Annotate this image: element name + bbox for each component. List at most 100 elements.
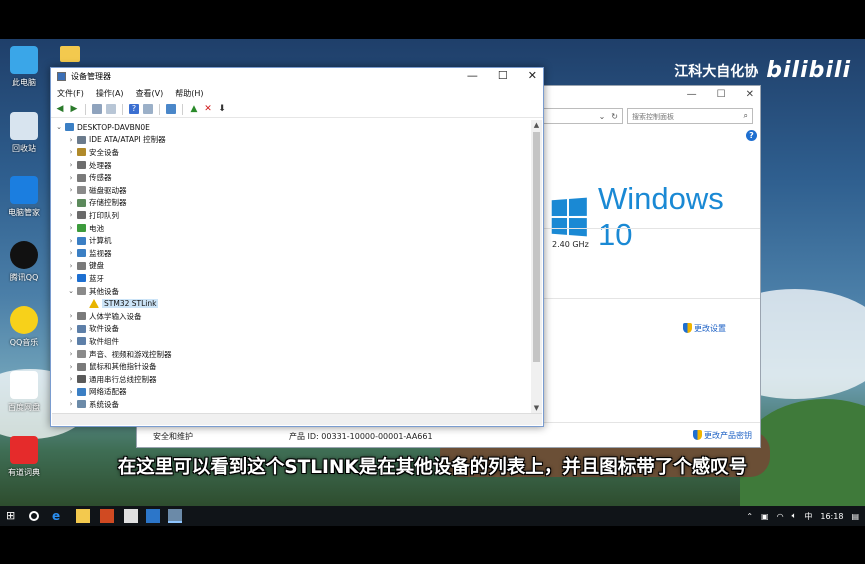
wifi-icon[interactable]: ◠ bbox=[777, 512, 784, 521]
close-icon[interactable]: ✕ bbox=[528, 69, 537, 82]
show-hide-console-tree-icon[interactable] bbox=[92, 104, 102, 114]
tree-item[interactable]: › IDE ATA/ATAPI 控制器 bbox=[67, 134, 166, 147]
collapse-arrow-icon[interactable]: ⌄ bbox=[55, 123, 63, 131]
tree-item[interactable]: › 软件组件 bbox=[67, 335, 119, 348]
back-icon[interactable]: ◀ bbox=[55, 104, 65, 114]
expand-arrow-icon[interactable]: › bbox=[67, 211, 75, 219]
tree-item[interactable]: › 处理器 bbox=[67, 159, 112, 172]
forward-icon[interactable]: ▶ bbox=[69, 104, 79, 114]
search-icon[interactable]: ⌕ bbox=[744, 111, 748, 121]
uninstall-device-icon[interactable]: ✕ bbox=[203, 104, 213, 114]
update-driver-icon[interactable]: ▲ bbox=[189, 104, 199, 114]
network-icon[interactable]: ▣ bbox=[761, 512, 769, 521]
desktop-icon-pc-manager[interactable]: 电脑管家 bbox=[1, 176, 47, 218]
tree-item[interactable]: › 存储控制器 bbox=[67, 197, 127, 210]
vertical-scrollbar[interactable]: ▲ ▼ bbox=[531, 120, 542, 414]
menu-view[interactable]: 查看(V) bbox=[136, 88, 164, 99]
device-tree[interactable]: ⌄ DESKTOP-DAVBN0E › IDE ATA/ATAPI 控制器 › 安全设… bbox=[52, 120, 532, 414]
expand-arrow-icon[interactable]: › bbox=[67, 237, 75, 245]
tree-item[interactable]: › 磁盘驱动器 bbox=[67, 184, 127, 197]
device-manager-titlebar[interactable]: 设备管理器 — ☐ ✕ bbox=[51, 68, 543, 85]
tree-item[interactable]: › 系统设备 bbox=[67, 398, 119, 411]
help-icon[interactable]: ? bbox=[129, 104, 139, 114]
enable-device-icon[interactable]: ⬇ bbox=[217, 104, 227, 114]
dropdown-icon[interactable]: ⌄ bbox=[599, 112, 606, 121]
tree-item-stlink-selected[interactable]: STM32 STLink bbox=[79, 297, 159, 310]
maximize-icon[interactable]: ☐ bbox=[717, 89, 726, 100]
minimize-icon[interactable]: — bbox=[467, 69, 478, 82]
scrollbar-thumb[interactable] bbox=[533, 132, 540, 362]
cortana-icon[interactable] bbox=[29, 511, 39, 521]
expand-arrow-icon[interactable]: › bbox=[67, 186, 75, 194]
expand-arrow-icon[interactable]: › bbox=[67, 199, 75, 207]
device-manager-taskbar-icon[interactable] bbox=[168, 509, 182, 523]
scan-hardware-icon[interactable] bbox=[166, 104, 176, 114]
tree-item[interactable]: › 键盘 bbox=[67, 260, 104, 273]
desktop-icon-qq-music[interactable]: QQ音乐 bbox=[1, 306, 47, 348]
notifications-icon[interactable]: ▤ bbox=[851, 512, 859, 521]
expand-arrow-icon[interactable]: › bbox=[67, 375, 75, 383]
expand-arrow-icon[interactable]: › bbox=[67, 136, 75, 144]
collapse-arrow-icon[interactable]: ⌄ bbox=[67, 287, 75, 295]
tree-item[interactable]: › 传感器 bbox=[67, 171, 112, 184]
change-settings-link[interactable]: 更改设置 bbox=[683, 323, 726, 334]
address-bar[interactable]: ⌄ ↻ bbox=[539, 108, 623, 124]
tree-item[interactable]: › 打印队列 bbox=[67, 209, 119, 222]
expand-arrow-icon[interactable]: › bbox=[67, 262, 75, 270]
maximize-icon[interactable]: ☐ bbox=[498, 69, 508, 82]
edge-icon[interactable]: e bbox=[52, 509, 66, 523]
properties-icon[interactable] bbox=[106, 104, 116, 114]
input-method-indicator[interactable]: 中 bbox=[804, 511, 812, 522]
tree-item[interactable]: › 声音、视频和游戏控制器 bbox=[67, 348, 172, 361]
desktop-icon-baidu-netdisk[interactable]: 百度网盘 bbox=[1, 371, 47, 413]
desktop-icon-qq[interactable]: 腾讯QQ bbox=[1, 241, 47, 283]
folder-icon[interactable] bbox=[60, 46, 80, 62]
refresh-icon[interactable]: ↻ bbox=[611, 112, 618, 121]
tree-item[interactable]: › 软件设备 bbox=[67, 323, 119, 336]
expand-arrow-icon[interactable]: › bbox=[67, 388, 75, 396]
tree-item[interactable]: › 通用串行总线控制器 bbox=[67, 373, 157, 386]
expand-arrow-icon[interactable]: › bbox=[67, 312, 75, 320]
expand-arrow-icon[interactable]: › bbox=[67, 400, 75, 408]
help-icon[interactable]: ? bbox=[746, 130, 757, 141]
volume-icon[interactable]: 🔈︎ bbox=[792, 511, 797, 521]
chevron-up-icon[interactable]: ⌃ bbox=[746, 512, 753, 521]
device-manager-window[interactable]: 设备管理器 — ☐ ✕ 文件(F) 操作(A) 查看(V) 帮助(H) ◀ ▶ … bbox=[50, 67, 544, 427]
expand-arrow-icon[interactable]: › bbox=[67, 174, 75, 182]
tree-item[interactable]: ⌄ 其他设备 bbox=[67, 285, 119, 298]
expand-arrow-icon[interactable]: › bbox=[67, 274, 75, 282]
tree-item[interactable]: › 人体学输入设备 bbox=[67, 310, 142, 323]
expand-arrow-icon[interactable]: › bbox=[67, 224, 75, 232]
expand-arrow-icon[interactable]: › bbox=[67, 148, 75, 156]
scroll-up-icon[interactable]: ▲ bbox=[531, 120, 542, 131]
change-product-key-link[interactable]: 更改产品密钥 bbox=[693, 430, 752, 441]
menu-action[interactable]: 操作(A) bbox=[96, 88, 124, 99]
tree-item[interactable]: › 电池 bbox=[67, 222, 104, 235]
expand-arrow-icon[interactable]: › bbox=[67, 350, 75, 358]
desktop-icon-recycle-bin[interactable]: 回收站 bbox=[1, 112, 47, 154]
tree-item[interactable]: › 蓝牙 bbox=[67, 272, 104, 285]
expand-arrow-icon[interactable]: › bbox=[67, 249, 75, 257]
tree-item[interactable]: › 鼠标和其他指针设备 bbox=[67, 360, 157, 373]
expand-arrow-icon[interactable]: › bbox=[67, 325, 75, 333]
control-panel-search-input[interactable]: 搜索控制面板 ⌕ bbox=[627, 108, 753, 124]
security-maintenance-link[interactable]: 安全和维护 bbox=[153, 431, 193, 442]
action-pane-icon[interactable] bbox=[143, 104, 153, 114]
tree-item[interactable]: › 安全设备 bbox=[67, 146, 119, 159]
expand-arrow-icon[interactable]: › bbox=[67, 161, 75, 169]
close-icon[interactable]: ✕ bbox=[746, 89, 754, 100]
tree-item[interactable]: › 监视器 bbox=[67, 247, 112, 260]
expand-arrow-icon[interactable]: › bbox=[67, 337, 75, 345]
tree-root[interactable]: ⌄ DESKTOP-DAVBN0E bbox=[55, 121, 150, 134]
clock-time[interactable]: 16:18 bbox=[820, 512, 843, 521]
desktop-icon-this-pc[interactable]: 此电脑 bbox=[1, 46, 47, 88]
minimize-icon[interactable]: — bbox=[687, 89, 697, 100]
file-explorer-icon[interactable] bbox=[76, 509, 90, 523]
camera-app-icon[interactable] bbox=[124, 509, 138, 523]
app-icon[interactable] bbox=[146, 509, 160, 523]
menu-help[interactable]: 帮助(H) bbox=[175, 88, 203, 99]
tree-item[interactable]: › 网络适配器 bbox=[67, 386, 127, 399]
start-windows-icon[interactable]: ⊞ bbox=[6, 509, 20, 523]
menu-file[interactable]: 文件(F) bbox=[57, 88, 84, 99]
powerpoint-icon[interactable] bbox=[100, 509, 114, 523]
